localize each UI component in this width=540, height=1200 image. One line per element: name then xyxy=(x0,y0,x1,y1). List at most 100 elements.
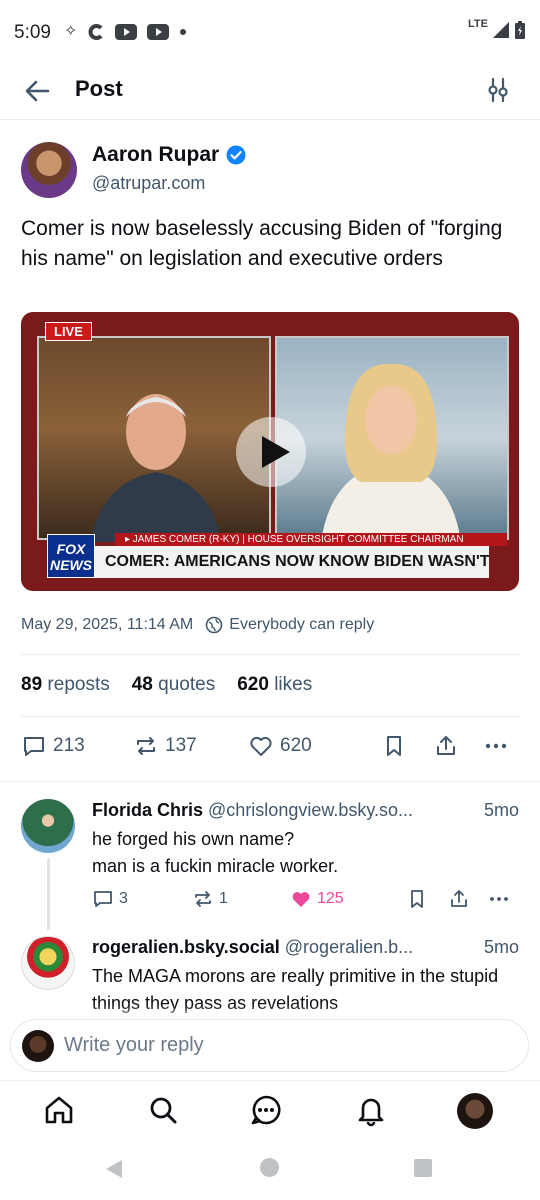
my-avatar xyxy=(22,1030,54,1062)
heart-filled-icon xyxy=(292,892,310,907)
youtube-icon xyxy=(115,24,138,40)
reply-button[interactable]: 213 xyxy=(21,733,85,759)
section-divider xyxy=(0,781,540,782)
reply-text-line: he forged his own name? xyxy=(92,829,295,849)
reply-header[interactable]: rogeralien.bsky.social @rogeralien.b... xyxy=(92,937,472,958)
reply-count: 213 xyxy=(53,735,85,756)
bookmark-icon xyxy=(387,736,401,756)
play-button[interactable] xyxy=(236,417,306,487)
network-logo: FOX NEWS xyxy=(47,534,95,578)
repost-icon xyxy=(195,891,211,907)
reply-bookmark-button[interactable] xyxy=(406,888,428,910)
reply-actions: 3 1 125 xyxy=(92,888,520,916)
reply-author-name[interactable]: Florida Chris xyxy=(92,800,203,820)
reply-repost-button[interactable]: 1 xyxy=(192,888,228,910)
author-name-row[interactable]: Aaron Rupar xyxy=(92,143,246,167)
reply-setting-label: Everybody can reply xyxy=(229,616,375,633)
search-icon[interactable] xyxy=(146,1093,180,1127)
video-embed[interactable]: LIVE ▸ JAMES COMER (R-KY) | HOUSE OVERSI… xyxy=(21,312,519,591)
system-recents-icon[interactable] xyxy=(414,1159,432,1177)
notifications-bell-icon[interactable] xyxy=(354,1093,388,1127)
reply-placeholder[interactable]: Write your reply xyxy=(64,1034,204,1057)
share-icon xyxy=(451,890,467,907)
reply-author-handle[interactable]: @chrislongview.bsky.so... xyxy=(208,800,413,820)
repost-icon xyxy=(137,737,155,755)
sparkle-icon: ✧ xyxy=(64,23,78,40)
video-person-left xyxy=(91,394,221,542)
reply-header[interactable]: Florida Chris @chrislongview.bsky.so... xyxy=(92,800,522,821)
share-button[interactable] xyxy=(433,733,459,759)
reposts-count: 89 xyxy=(21,674,43,695)
likes-stat[interactable]: 620 likes xyxy=(237,674,312,696)
reply-text-line: man is a fuckin miracle worker. xyxy=(92,856,339,876)
reply-avatar[interactable] xyxy=(21,936,75,990)
reply-icon xyxy=(24,737,44,756)
top-header: Post xyxy=(0,62,540,120)
android-nav-bar xyxy=(0,1144,540,1200)
thread-line xyxy=(47,858,50,930)
reply-icon xyxy=(94,891,112,907)
chyron-headline: COMER: AMERICANS NOW KNOW BIDEN WASN'T F… xyxy=(95,546,489,578)
status-bar: 5:09 ✧ LTE xyxy=(0,0,540,62)
home-icon[interactable] xyxy=(42,1093,76,1127)
quotes-count: 48 xyxy=(131,674,153,695)
reply-share-button[interactable] xyxy=(448,888,470,910)
reply-avatar[interactable] xyxy=(21,799,75,853)
divider xyxy=(21,716,519,717)
system-home-icon[interactable] xyxy=(260,1158,279,1177)
author-handle[interactable]: @atrupar.com xyxy=(92,173,205,194)
chat-icon[interactable] xyxy=(249,1093,283,1127)
post-meta: May 29, 2025, 11:14 AM Everybody can rep… xyxy=(21,616,374,634)
more-dots-icon xyxy=(490,897,508,901)
post-actions: 213 137 620 xyxy=(21,733,519,765)
thread-settings-icon[interactable] xyxy=(484,76,512,104)
reply-author-handle[interactable]: @rogeralien.b... xyxy=(285,937,413,957)
heart-icon xyxy=(250,736,272,756)
system-back-icon[interactable] xyxy=(104,1158,124,1180)
dot-icon xyxy=(180,29,187,35)
reply-time: 5mo xyxy=(483,800,519,820)
post-stats: 89 reposts 48 quotes 620 likes xyxy=(21,674,312,696)
reply-more-button[interactable] xyxy=(488,888,510,910)
reply-setting[interactable]: Everybody can reply xyxy=(205,616,374,634)
quotes-stat[interactable]: 48 quotes xyxy=(132,674,215,696)
share-icon xyxy=(437,736,455,755)
reposts-stat[interactable]: 89 reposts xyxy=(21,674,110,696)
status-notification-icons: ✧ xyxy=(64,20,187,44)
live-badge: LIVE xyxy=(45,322,92,341)
like-count: 620 xyxy=(280,735,312,756)
chyron-subtitle: ▸ JAMES COMER (R-KY) | HOUSE OVERSIGHT C… xyxy=(115,533,507,546)
author-name[interactable]: Aaron Rupar xyxy=(92,143,219,167)
repost-button[interactable]: 137 xyxy=(133,733,197,759)
more-dots-icon xyxy=(485,743,507,749)
reply-like-button[interactable]: 125 xyxy=(290,888,344,910)
verified-badge-icon[interactable] xyxy=(226,145,246,165)
post-timestamp: May 29, 2025, 11:14 AM xyxy=(21,616,194,633)
reply-author-name[interactable]: rogeralien.bsky.social xyxy=(92,937,280,957)
reply-composer[interactable]: Write your reply xyxy=(10,1019,529,1072)
status-time: 5:09 xyxy=(14,22,51,43)
author-avatar[interactable] xyxy=(21,142,77,198)
notification-c-icon xyxy=(89,24,103,40)
back-arrow-icon[interactable] xyxy=(20,74,54,108)
network-type: LTE xyxy=(468,18,488,30)
bottom-nav xyxy=(0,1080,540,1144)
likes-count: 620 xyxy=(237,674,269,695)
more-options-button[interactable] xyxy=(483,733,509,759)
status-system-icons: LTE xyxy=(468,18,526,40)
video-person-right xyxy=(321,363,461,542)
reply-reply-count: 3 xyxy=(119,890,128,907)
like-button[interactable]: 620 xyxy=(248,733,312,759)
bookmark-icon xyxy=(411,890,423,908)
quotes-label: quotes xyxy=(158,674,216,695)
profile-avatar-nav[interactable] xyxy=(457,1093,493,1129)
battery-icon xyxy=(515,21,525,39)
repost-count: 137 xyxy=(165,735,197,756)
reply-time: 5mo xyxy=(483,937,519,957)
reply-repost-count: 1 xyxy=(219,890,228,907)
reply-reply-button[interactable]: 3 xyxy=(92,888,128,910)
reply-like-count: 125 xyxy=(317,890,344,907)
bookmark-button[interactable] xyxy=(381,733,407,759)
reply-text: The MAGA morons are really primitive in … xyxy=(92,966,499,1013)
play-icon xyxy=(262,436,290,468)
